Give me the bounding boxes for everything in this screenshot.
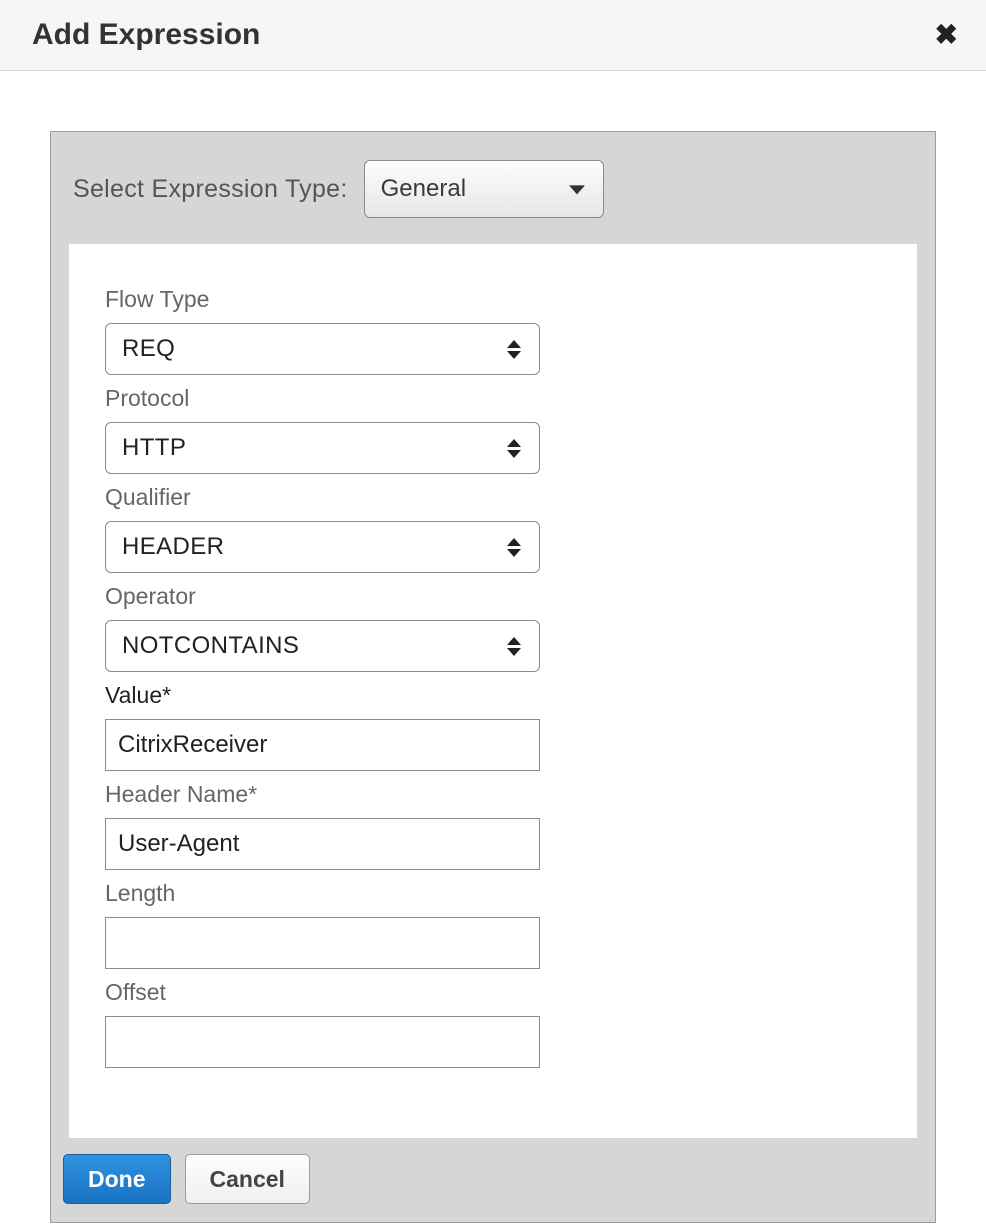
length-label: Length bbox=[105, 880, 881, 907]
updown-icon bbox=[507, 522, 521, 572]
length-input[interactable] bbox=[105, 917, 540, 969]
panel-footer: Done Cancel bbox=[51, 1138, 935, 1222]
header-name-label: Header Name* bbox=[105, 781, 881, 808]
header-name-row: Header Name* bbox=[105, 781, 881, 870]
updown-icon bbox=[507, 324, 521, 374]
expression-form: Flow Type REQ Protocol HTTP Qualifier HE… bbox=[69, 244, 917, 1138]
dialog-title: Add Expression bbox=[32, 18, 260, 52]
flow-type-row: Flow Type REQ bbox=[105, 286, 881, 375]
operator-select[interactable]: NOTCONTAINS bbox=[105, 620, 540, 672]
operator-value: NOTCONTAINS bbox=[122, 632, 299, 660]
expression-type-value: General bbox=[381, 175, 466, 203]
updown-icon bbox=[507, 423, 521, 473]
expression-type-select[interactable]: General bbox=[364, 160, 604, 218]
qualifier-select[interactable]: HEADER bbox=[105, 521, 540, 573]
value-label: Value* bbox=[105, 682, 881, 709]
qualifier-value: HEADER bbox=[122, 533, 224, 561]
flow-type-value: REQ bbox=[122, 335, 175, 363]
expression-type-row: Select Expression Type: General bbox=[51, 132, 935, 244]
flow-type-label: Flow Type bbox=[105, 286, 881, 313]
expression-type-label: Select Expression Type: bbox=[73, 175, 348, 204]
close-icon[interactable]: ✖ bbox=[935, 21, 958, 49]
operator-label: Operator bbox=[105, 583, 881, 610]
value-input[interactable] bbox=[105, 719, 540, 771]
value-row: Value* bbox=[105, 682, 881, 771]
expression-panel: Select Expression Type: General Flow Typ… bbox=[50, 131, 936, 1223]
offset-input[interactable] bbox=[105, 1016, 540, 1068]
protocol-value: HTTP bbox=[122, 434, 186, 462]
qualifier-label: Qualifier bbox=[105, 484, 881, 511]
done-button[interactable]: Done bbox=[63, 1154, 171, 1204]
offset-row: Offset bbox=[105, 979, 881, 1068]
protocol-label: Protocol bbox=[105, 385, 881, 412]
qualifier-row: Qualifier HEADER bbox=[105, 484, 881, 573]
protocol-row: Protocol HTTP bbox=[105, 385, 881, 474]
updown-icon bbox=[507, 621, 521, 671]
flow-type-select[interactable]: REQ bbox=[105, 323, 540, 375]
caret-down-icon bbox=[569, 185, 585, 194]
cancel-button[interactable]: Cancel bbox=[185, 1154, 310, 1204]
dialog-header: Add Expression ✖ bbox=[0, 0, 986, 71]
operator-row: Operator NOTCONTAINS bbox=[105, 583, 881, 672]
offset-label: Offset bbox=[105, 979, 881, 1006]
length-row: Length bbox=[105, 880, 881, 969]
header-name-input[interactable] bbox=[105, 818, 540, 870]
protocol-select[interactable]: HTTP bbox=[105, 422, 540, 474]
